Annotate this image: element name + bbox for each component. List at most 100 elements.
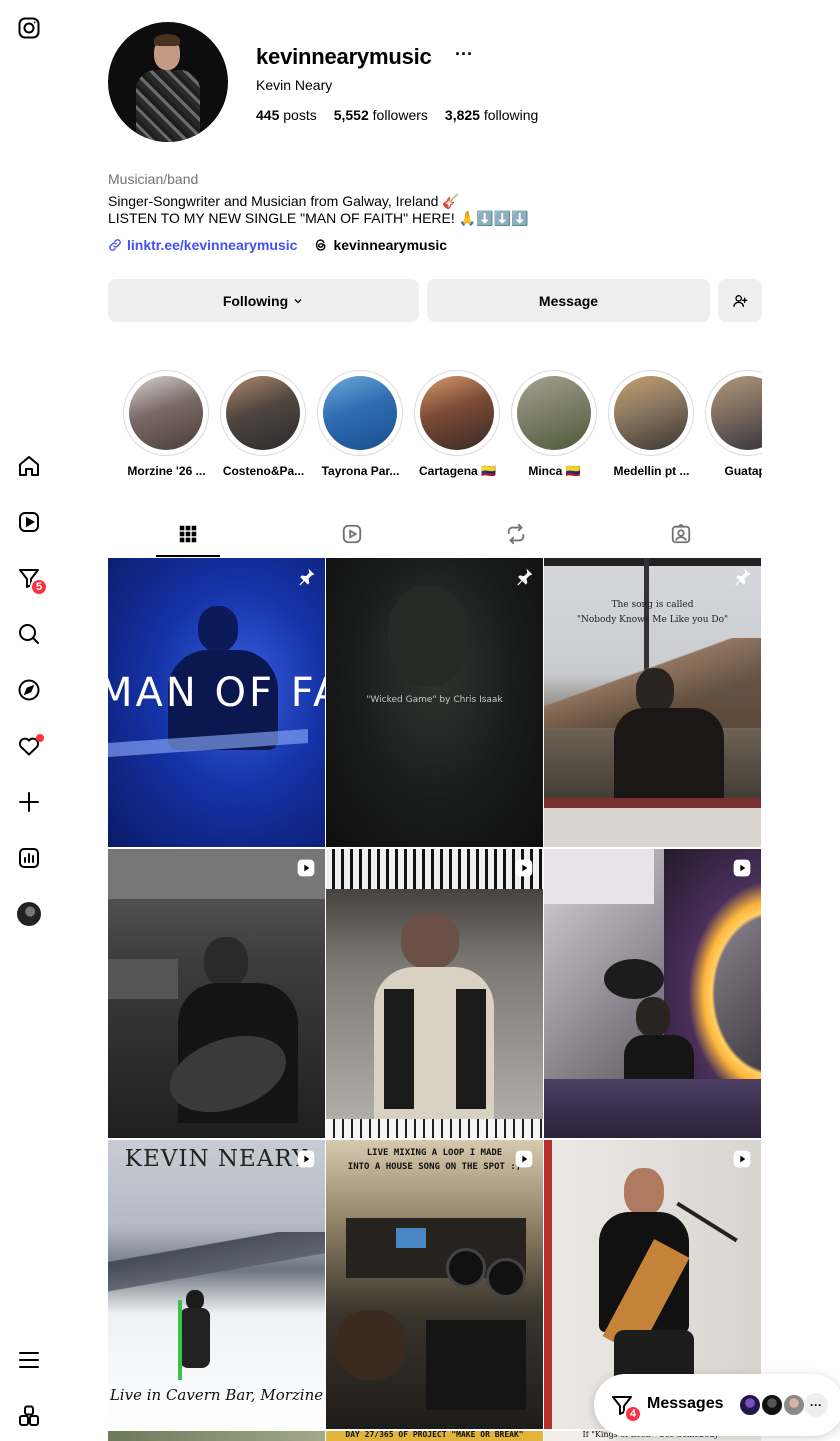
dashboard-icon[interactable]: [17, 846, 41, 870]
search-icon[interactable]: [17, 622, 41, 646]
highlight-ring: [608, 370, 694, 456]
highlight-label: Medellin pt ...: [613, 464, 690, 478]
highlight-cover: [711, 376, 762, 450]
highlight-ring: [705, 370, 762, 456]
post-tile[interactable]: The song is called "Nobody Knows Me Like…: [544, 558, 761, 847]
profile-bio: Singer-Songwriter and Musician from Galw…: [108, 193, 528, 227]
threads-icon: [316, 239, 326, 251]
left-sidebar: 5: [0, 0, 58, 1441]
highlight-label: Guatape: [724, 464, 762, 478]
reel-icon: [297, 1150, 315, 1168]
story-highlight[interactable]: Tayrona Par...: [317, 370, 403, 478]
tab-tagged[interactable]: [649, 518, 713, 557]
messages-unread-badge: 4: [624, 1405, 642, 1423]
story-highlight[interactable]: Medellin pt ...: [608, 370, 694, 478]
conversation-avatar: [782, 1393, 806, 1417]
grid-icon: [179, 525, 197, 543]
profile-avatar[interactable]: [17, 902, 41, 926]
add-user-icon: [733, 294, 748, 307]
profile-stats: 445 posts 5,552 followers 3,825 followin…: [256, 107, 538, 123]
highlight-label: Morzine '26 ...: [127, 464, 206, 478]
profile-username: kevinnearymusic: [256, 44, 432, 69]
posts-stat: 445 posts: [256, 107, 317, 123]
conversation-avatar: [760, 1393, 784, 1417]
highlight-ring: [123, 370, 209, 456]
reel-icon: [515, 1150, 533, 1168]
highlight-label: Costeno&Pa...: [222, 464, 305, 478]
post-tile[interactable]: [326, 849, 543, 1138]
highlight-label: Cartagena 🇨🇴: [419, 464, 496, 478]
reel-icon: [297, 859, 315, 877]
post-tile[interactable]: [108, 849, 325, 1138]
create-icon[interactable]: [17, 790, 41, 814]
highlight-ring: [414, 370, 500, 456]
conversation-avatar: [738, 1393, 762, 1417]
reel-icon: [515, 859, 533, 877]
profile-category: Musician/band: [108, 171, 199, 187]
chevron-down-icon: [294, 298, 302, 303]
pin-icon: [517, 568, 533, 586]
bio-line: LISTEN TO MY NEW SINGLE "MAN OF FAITH" H…: [108, 210, 529, 226]
post-caption: KEVIN NEARY: [124, 1146, 309, 1172]
profile-picture[interactable]: [108, 22, 228, 142]
messages-label: Messages: [647, 1395, 724, 1412]
post-tile[interactable]: MAN OF FAITH: [108, 558, 325, 847]
more-apps-icon[interactable]: [17, 1404, 41, 1428]
story-highlight[interactable]: Minca 🇨🇴: [511, 370, 597, 478]
post-caption: DAY 27/365 OF PROJECT "MAKE OR BREAK": [345, 1431, 524, 1439]
story-highlights: Morzine '26 ... Costeno&Pa... Tayrona Par.…: [108, 370, 762, 480]
message-button[interactable]: Message: [427, 279, 710, 322]
external-link[interactable]: linktr.ee/kevinnearymusic: [108, 237, 297, 253]
post-caption: "Nobody Knows Me Like you Do": [576, 615, 729, 625]
threads-link[interactable]: kevinnearymusic: [314, 237, 447, 253]
home-icon[interactable]: [17, 454, 41, 478]
story-highlight[interactable]: Morzine '26 ...: [123, 370, 209, 478]
reel-icon: [733, 1150, 751, 1168]
instagram-logo-icon[interactable]: [17, 16, 41, 40]
post-caption: Live in Cavern Bar, Morzine: [109, 1386, 324, 1404]
tab-reels[interactable]: [320, 518, 384, 557]
story-highlight[interactable]: Cartagena 🇨🇴: [414, 370, 500, 478]
post-caption: LIVE MIXING A LOOP I MADE: [366, 1148, 503, 1158]
explore-icon[interactable]: [17, 678, 41, 702]
post-caption: MAN OF FAITH: [108, 670, 325, 716]
messages-count-badge: 5: [30, 578, 48, 596]
tab-posts-grid[interactable]: [156, 518, 220, 557]
more-conversations-icon: ···: [804, 1393, 828, 1417]
messages-drawer-button[interactable]: 4 Messages ···: [594, 1374, 840, 1436]
post-caption: INTO A HOUSE SONG ON THE SPOT :): [347, 1162, 522, 1172]
post-tile[interactable]: KEVIN NEARY Live in Cavern Bar, Morzine: [108, 1140, 325, 1429]
story-highlight[interactable]: Guatape: [705, 370, 762, 478]
notifications-dot: [36, 734, 44, 742]
post-tile[interactable]: [544, 849, 761, 1138]
reels-icon[interactable]: [17, 510, 41, 534]
active-tab-indicator: [156, 555, 220, 557]
highlight-cover: [129, 376, 203, 450]
following-stat[interactable]: 3,825 following: [445, 107, 538, 123]
repost-icon: [507, 523, 525, 545]
followers-stat[interactable]: 5,552 followers: [334, 107, 428, 123]
suggest-follow-button[interactable]: [718, 279, 762, 322]
reels-tab-icon: [342, 524, 362, 544]
highlight-ring: [317, 370, 403, 456]
highlight-cover: [226, 376, 300, 450]
post-tile[interactable]: LIVE MIXING A LOOP I MADE INTO A HOUSE S…: [326, 1140, 543, 1429]
bio-line: Singer-Songwriter and Musician from Galw…: [108, 193, 460, 209]
post-tile[interactable]: [108, 1431, 325, 1441]
menu-icon[interactable]: [17, 1348, 41, 1372]
link-icon: [109, 239, 121, 251]
highlight-cover: [614, 376, 688, 450]
post-tile[interactable]: "Wicked Game" by Chris Isaak: [326, 558, 543, 847]
profile-tabs: [108, 518, 762, 558]
profile-options-button[interactable]: ···: [455, 44, 473, 65]
tab-reposts[interactable]: [484, 518, 548, 557]
story-highlight[interactable]: Costeno&Pa...: [220, 370, 306, 478]
following-button[interactable]: Following: [108, 279, 419, 322]
post-caption: The song is called: [611, 600, 694, 610]
highlight-label: Minca 🇨🇴: [528, 464, 581, 478]
post-tile[interactable]: DAY 27/365 OF PROJECT "MAKE OR BREAK": [326, 1431, 543, 1441]
highlight-ring: [220, 370, 306, 456]
highlight-cover: [420, 376, 494, 450]
highlight-cover: [323, 376, 397, 450]
profile-full-name: Kevin Neary: [256, 77, 333, 93]
